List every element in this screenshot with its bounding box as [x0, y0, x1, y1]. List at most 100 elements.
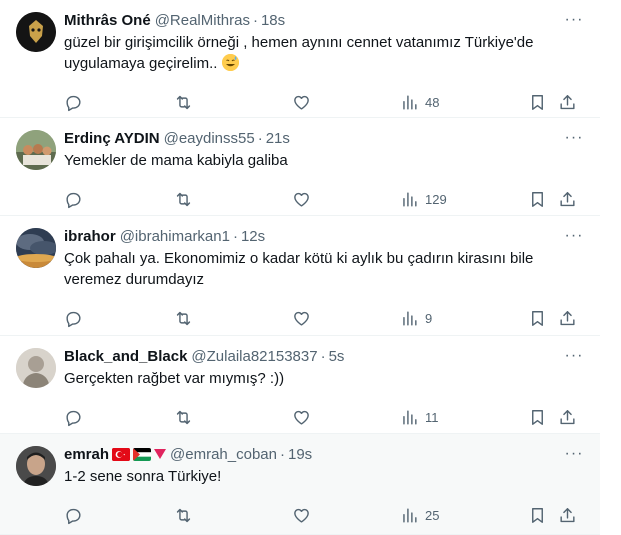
user-handle[interactable]: @emrah_coban: [170, 446, 277, 463]
timestamp[interactable]: 12s: [241, 228, 265, 245]
share-button[interactable]: [558, 190, 578, 209]
views-count: 25: [425, 507, 440, 523]
timestamp[interactable]: 21s: [266, 130, 290, 147]
display-name[interactable]: Mithrâs Oné: [64, 12, 151, 29]
like-button[interactable]: [292, 190, 400, 209]
like-button[interactable]: [292, 506, 400, 525]
share-button[interactable]: [558, 506, 578, 525]
tweet-actions: 9: [64, 302, 584, 334]
display-name[interactable]: ibrahor: [64, 228, 116, 245]
heart-icon: [294, 311, 309, 326]
views-button[interactable]: 9: [400, 309, 528, 328]
separator-dot: ·: [252, 11, 258, 29]
separator-dot: ·: [257, 129, 263, 147]
like-button[interactable]: [292, 93, 400, 112]
retweet-button[interactable]: [174, 93, 292, 112]
tweet-text: Gerçekten rağbet var mıymış? :)): [64, 370, 285, 387]
retweet-button[interactable]: [174, 408, 292, 427]
reply-icon: [66, 192, 81, 208]
retweet-icon: [176, 311, 191, 325]
more-options-button[interactable]: ···: [564, 128, 584, 148]
display-name[interactable]: Black_and_Black: [64, 348, 187, 365]
reply-icon: [66, 508, 81, 524]
bookmark-icon: [532, 94, 543, 110]
user-handle[interactable]: @ibrahimarkan1: [120, 228, 230, 245]
separator-dot: ·: [280, 445, 285, 463]
timestamp[interactable]: 19s: [288, 446, 312, 463]
retweet-button[interactable]: [174, 190, 292, 209]
like-button[interactable]: [292, 309, 400, 328]
user-handle[interactable]: @Zulaila82153837: [191, 348, 317, 365]
palestine-flag-icon: [133, 447, 152, 461]
share-icon: [560, 94, 575, 109]
tweet-text: güzel bir girişimcilik örneği , hemen ay…: [64, 34, 534, 72]
display-name[interactable]: Erdinç AYDIN: [64, 130, 160, 147]
views-button[interactable]: 129: [400, 190, 528, 209]
avatar[interactable]: [16, 348, 56, 388]
sweat-smile-emoji-icon: [221, 54, 239, 71]
reply-button[interactable]: [64, 506, 174, 525]
views-chart-icon: [403, 94, 417, 110]
bookmark-button[interactable]: [528, 190, 558, 209]
more-options-button[interactable]: ···: [564, 346, 584, 366]
avatar[interactable]: [16, 130, 56, 170]
share-button[interactable]: [558, 93, 578, 112]
retweet-button[interactable]: [174, 506, 292, 525]
separator-dot: ·: [232, 227, 238, 245]
bookmark-button[interactable]: [528, 93, 558, 112]
tweet[interactable]: Black_and_Black @Zulaila82153837 · 5s Ge…: [0, 336, 600, 434]
reply-button[interactable]: [64, 309, 174, 328]
views-button[interactable]: 11: [400, 408, 528, 427]
views-button[interactable]: 48: [400, 93, 528, 112]
bookmark-icon: [532, 507, 543, 523]
tweet[interactable]: Mithrâs Oné @RealMithras · 18s güzel bir…: [0, 0, 600, 118]
user-handle[interactable]: @eaydinss55: [164, 130, 255, 147]
separator-dot: ·: [320, 347, 326, 365]
bookmark-button[interactable]: [528, 408, 558, 427]
avatar[interactable]: [16, 12, 56, 52]
reply-button[interactable]: [64, 408, 174, 427]
views-count: 129: [425, 191, 447, 207]
views-count: 48: [425, 94, 440, 110]
more-options-button[interactable]: ···: [564, 10, 584, 30]
like-button[interactable]: [292, 408, 400, 427]
bookmark-button[interactable]: [528, 309, 558, 328]
tweet[interactable]: ibrahor @ibrahimarkan1 · 12s Çok pahalı …: [0, 216, 600, 336]
timestamp[interactable]: 18s: [261, 12, 285, 29]
views-button[interactable]: 25: [400, 506, 528, 525]
retweet-icon: [176, 508, 191, 522]
display-name[interactable]: emrah: [64, 446, 109, 463]
views-count: 9: [425, 310, 433, 326]
more-options-button[interactable]: ···: [564, 226, 584, 246]
heart-icon: [294, 192, 309, 207]
more-options-button[interactable]: ···: [564, 444, 584, 464]
heart-icon: [294, 410, 309, 425]
tweet-text: Yemekler de mama kabiyla galiba: [64, 152, 288, 169]
tweet-header: Mithrâs Oné @RealMithras · 18s: [64, 10, 584, 30]
heart-icon: [294, 95, 309, 110]
tweet[interactable]: emrah @emrah_coban · 19s 1-2 sene sonra …: [0, 434, 600, 535]
avatar[interactable]: [16, 228, 56, 268]
retweet-icon: [176, 192, 191, 206]
reply-icon: [66, 95, 81, 111]
share-button[interactable]: [558, 309, 578, 328]
timestamp[interactable]: 5s: [329, 348, 345, 365]
bookmark-icon: [532, 310, 543, 326]
share-button[interactable]: [558, 408, 578, 427]
avatar[interactable]: [16, 446, 56, 486]
turkey-flag-icon: [112, 447, 131, 461]
reply-button[interactable]: [64, 93, 174, 112]
views-count: 11: [425, 409, 439, 425]
tweet-actions: 48: [64, 86, 584, 118]
tweet-header: Black_and_Black @Zulaila82153837 · 5s: [64, 346, 584, 366]
reply-feed: Mithrâs Oné @RealMithras · 18s güzel bir…: [0, 0, 600, 535]
red-triangle-icon: [154, 449, 167, 459]
reply-button[interactable]: [64, 190, 174, 209]
user-handle[interactable]: @RealMithras: [155, 12, 250, 29]
tweet[interactable]: Erdinç AYDIN @eaydinss55 · 21s Yemekler …: [0, 118, 600, 216]
bookmark-button[interactable]: [528, 506, 558, 525]
tweet-header: Erdinç AYDIN @eaydinss55 · 21s: [64, 128, 584, 148]
bookmark-icon: [532, 409, 543, 425]
retweet-button[interactable]: [174, 309, 292, 328]
views-chart-icon: [403, 409, 417, 425]
